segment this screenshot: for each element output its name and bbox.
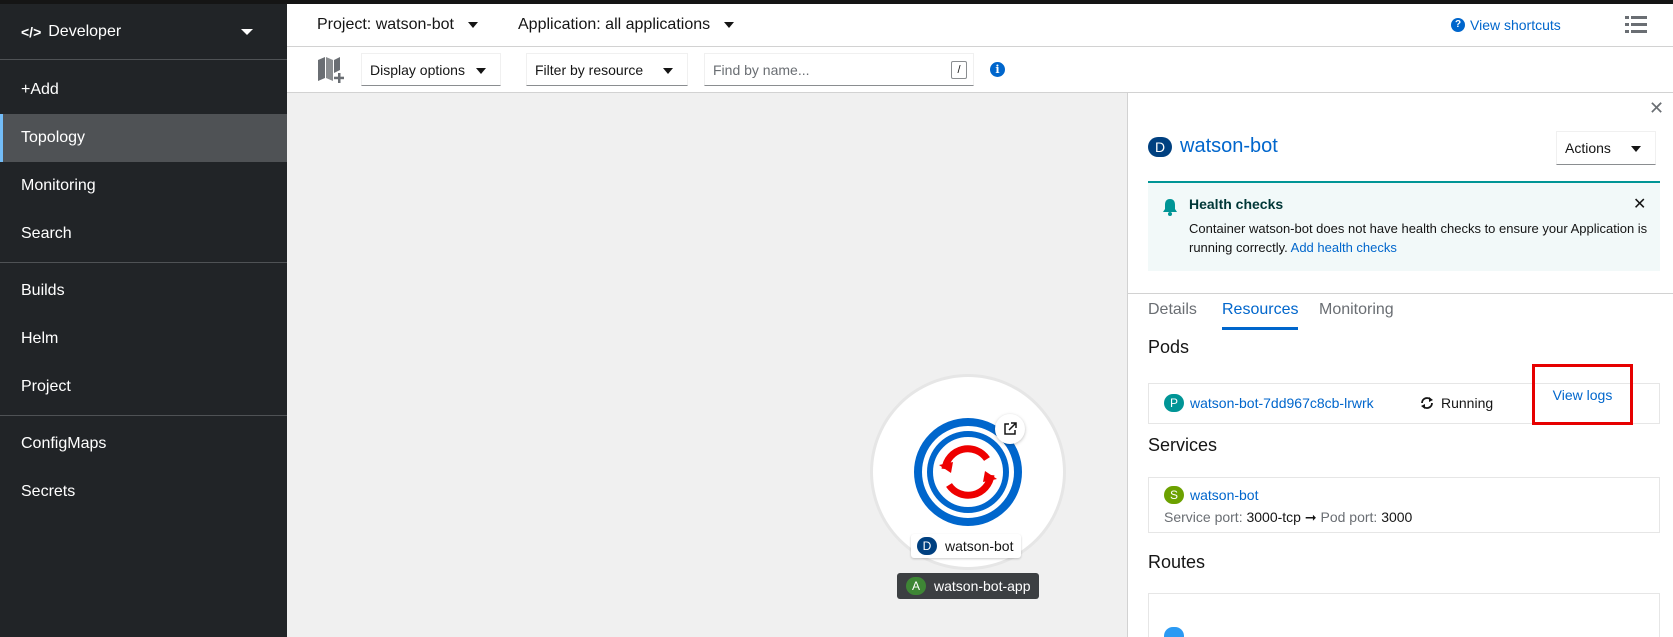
tab-resources[interactable]: Resources	[1222, 301, 1299, 330]
caret-down-icon	[724, 21, 735, 28]
sync-icon	[1421, 397, 1433, 409]
application-dropdown[interactable]: Application: all applications	[518, 16, 735, 34]
caret-down-icon	[467, 21, 478, 28]
sidebar-item-add[interactable]: +Add	[0, 66, 287, 114]
alert-title: Health checks	[1189, 196, 1284, 212]
pod-status-label: Running	[1441, 395, 1494, 411]
perspective-label: Developer	[48, 22, 122, 40]
route-badge	[1164, 627, 1184, 637]
open-url-icon[interactable]	[995, 414, 1025, 444]
node-name: watson-bot	[945, 538, 1014, 554]
actions-dropdown[interactable]: Actions	[1556, 131, 1656, 165]
find-by-name-input[interactable]: Find by name... /	[704, 53, 974, 86]
sidebar-item-monitoring[interactable]: Monitoring	[0, 162, 287, 210]
project-dropdown[interactable]: Project: watson-bot	[317, 16, 478, 34]
deployment-badge: D	[917, 537, 937, 555]
perspective-switcher[interactable]: </> Developer	[0, 4, 287, 59]
add-to-project-book-icon[interactable]	[316, 56, 346, 84]
filter-by-resource-dropdown[interactable]: Filter by resource	[526, 53, 688, 86]
routes-heading: Routes	[1148, 552, 1206, 572]
sidebar-item-configmaps[interactable]: ConfigMaps	[0, 420, 287, 468]
application-name: watson-bot-app	[934, 578, 1031, 594]
service-port-info: Service port: 3000-tcp ➞ Pod port: 3000	[1164, 509, 1412, 526]
topology-canvas[interactable]: D watson-bot A watson-bot-app	[287, 93, 1127, 637]
view-shortcuts-label: View shortcuts	[1470, 17, 1561, 33]
service-name: watson-bot	[1190, 487, 1259, 503]
application-group-label[interactable]: A watson-bot-app	[897, 573, 1039, 599]
long-arrow-right-icon: ➞	[1304, 509, 1317, 525]
caret-down-icon	[241, 29, 253, 35]
project-bar: Project: watson-bot Application: all app…	[287, 4, 1673, 47]
application-label: Application: all applications	[518, 16, 711, 33]
pod-badge: P	[1164, 394, 1184, 412]
sidebar-item-helm[interactable]: Helm	[0, 315, 287, 363]
alert-body: Container watson-bot does not have healt…	[1189, 219, 1649, 257]
service-port-value: 3000-tcp	[1246, 509, 1301, 525]
node-label[interactable]: D watson-bot	[911, 534, 1022, 558]
sidebar: </> Developer +Add Topology Monitoring S…	[0, 4, 287, 637]
question-circle-icon: ?	[1451, 18, 1465, 32]
openshift-icon	[939, 445, 997, 499]
resource-title: D watson-bot	[1148, 135, 1278, 158]
list-view-icon[interactable]	[1625, 16, 1647, 34]
pods-heading: Pods	[1148, 337, 1190, 357]
pod-status: Running	[1420, 395, 1493, 411]
sidebar-item-search[interactable]: Search	[0, 210, 287, 258]
application-badge: A	[906, 577, 926, 595]
keyboard-shortcut-hint: /	[951, 61, 967, 79]
service-port-label: Service port:	[1164, 509, 1243, 525]
sidebar-item-project[interactable]: Project	[0, 363, 287, 411]
tab-details[interactable]: Details	[1148, 301, 1197, 327]
route-row	[1148, 593, 1660, 637]
topology-toolbar: Display options Filter by resource Find …	[287, 47, 1673, 93]
tab-monitoring[interactable]: Monitoring	[1319, 301, 1394, 327]
project-label: Project: watson-bot	[317, 16, 454, 33]
bell-icon	[1162, 198, 1178, 216]
alert-message: Container watson-bot does not have healt…	[1189, 221, 1648, 255]
caret-down-icon	[1631, 146, 1641, 152]
filter-label: Filter by resource	[535, 61, 644, 78]
pod-ring-inner	[927, 431, 1009, 513]
view-shortcuts-link[interactable]: ? View shortcuts	[1451, 17, 1561, 33]
sidebar-item-topology[interactable]: Topology	[0, 114, 287, 162]
resource-name-link[interactable]: watson-bot	[1180, 135, 1278, 158]
caret-down-icon	[663, 68, 673, 74]
search-placeholder: Find by name...	[713, 61, 810, 78]
tabs-divider	[1128, 293, 1673, 294]
sidebar-item-secrets[interactable]: Secrets	[0, 468, 287, 516]
code-icon: </>	[21, 23, 42, 40]
view-logs-link[interactable]: View logs	[1532, 364, 1633, 425]
services-heading: Services	[1148, 435, 1218, 455]
pod-link[interactable]: P watson-bot-7dd967c8cb-lrwrk	[1164, 394, 1374, 412]
pod-name: watson-bot-7dd967c8cb-lrwrk	[1190, 395, 1374, 411]
sidebar-item-builds[interactable]: Builds	[0, 267, 287, 315]
actions-label: Actions	[1565, 140, 1611, 156]
display-options-label: Display options	[370, 61, 465, 78]
resource-side-panel: ✕ D watson-bot Actions Health checks Con…	[1127, 93, 1673, 637]
add-health-checks-link[interactable]: Add health checks	[1291, 240, 1397, 255]
service-row: S watson-bot Service port: 3000-tcp ➞ Po…	[1148, 477, 1660, 533]
close-alert-icon[interactable]: ✕	[1633, 194, 1646, 214]
service-link[interactable]: S watson-bot	[1164, 486, 1258, 504]
caret-down-icon	[476, 68, 486, 74]
health-checks-alert: Health checks Container watson-bot does …	[1148, 181, 1660, 271]
display-options-dropdown[interactable]: Display options	[361, 53, 501, 86]
deployment-badge: D	[1148, 136, 1172, 157]
close-icon[interactable]: ✕	[1649, 98, 1664, 119]
pod-port-value: 3000	[1381, 509, 1413, 525]
service-badge: S	[1164, 486, 1184, 504]
pod-port-label: Pod port:	[1320, 509, 1378, 525]
info-icon[interactable]: i	[990, 62, 1005, 77]
